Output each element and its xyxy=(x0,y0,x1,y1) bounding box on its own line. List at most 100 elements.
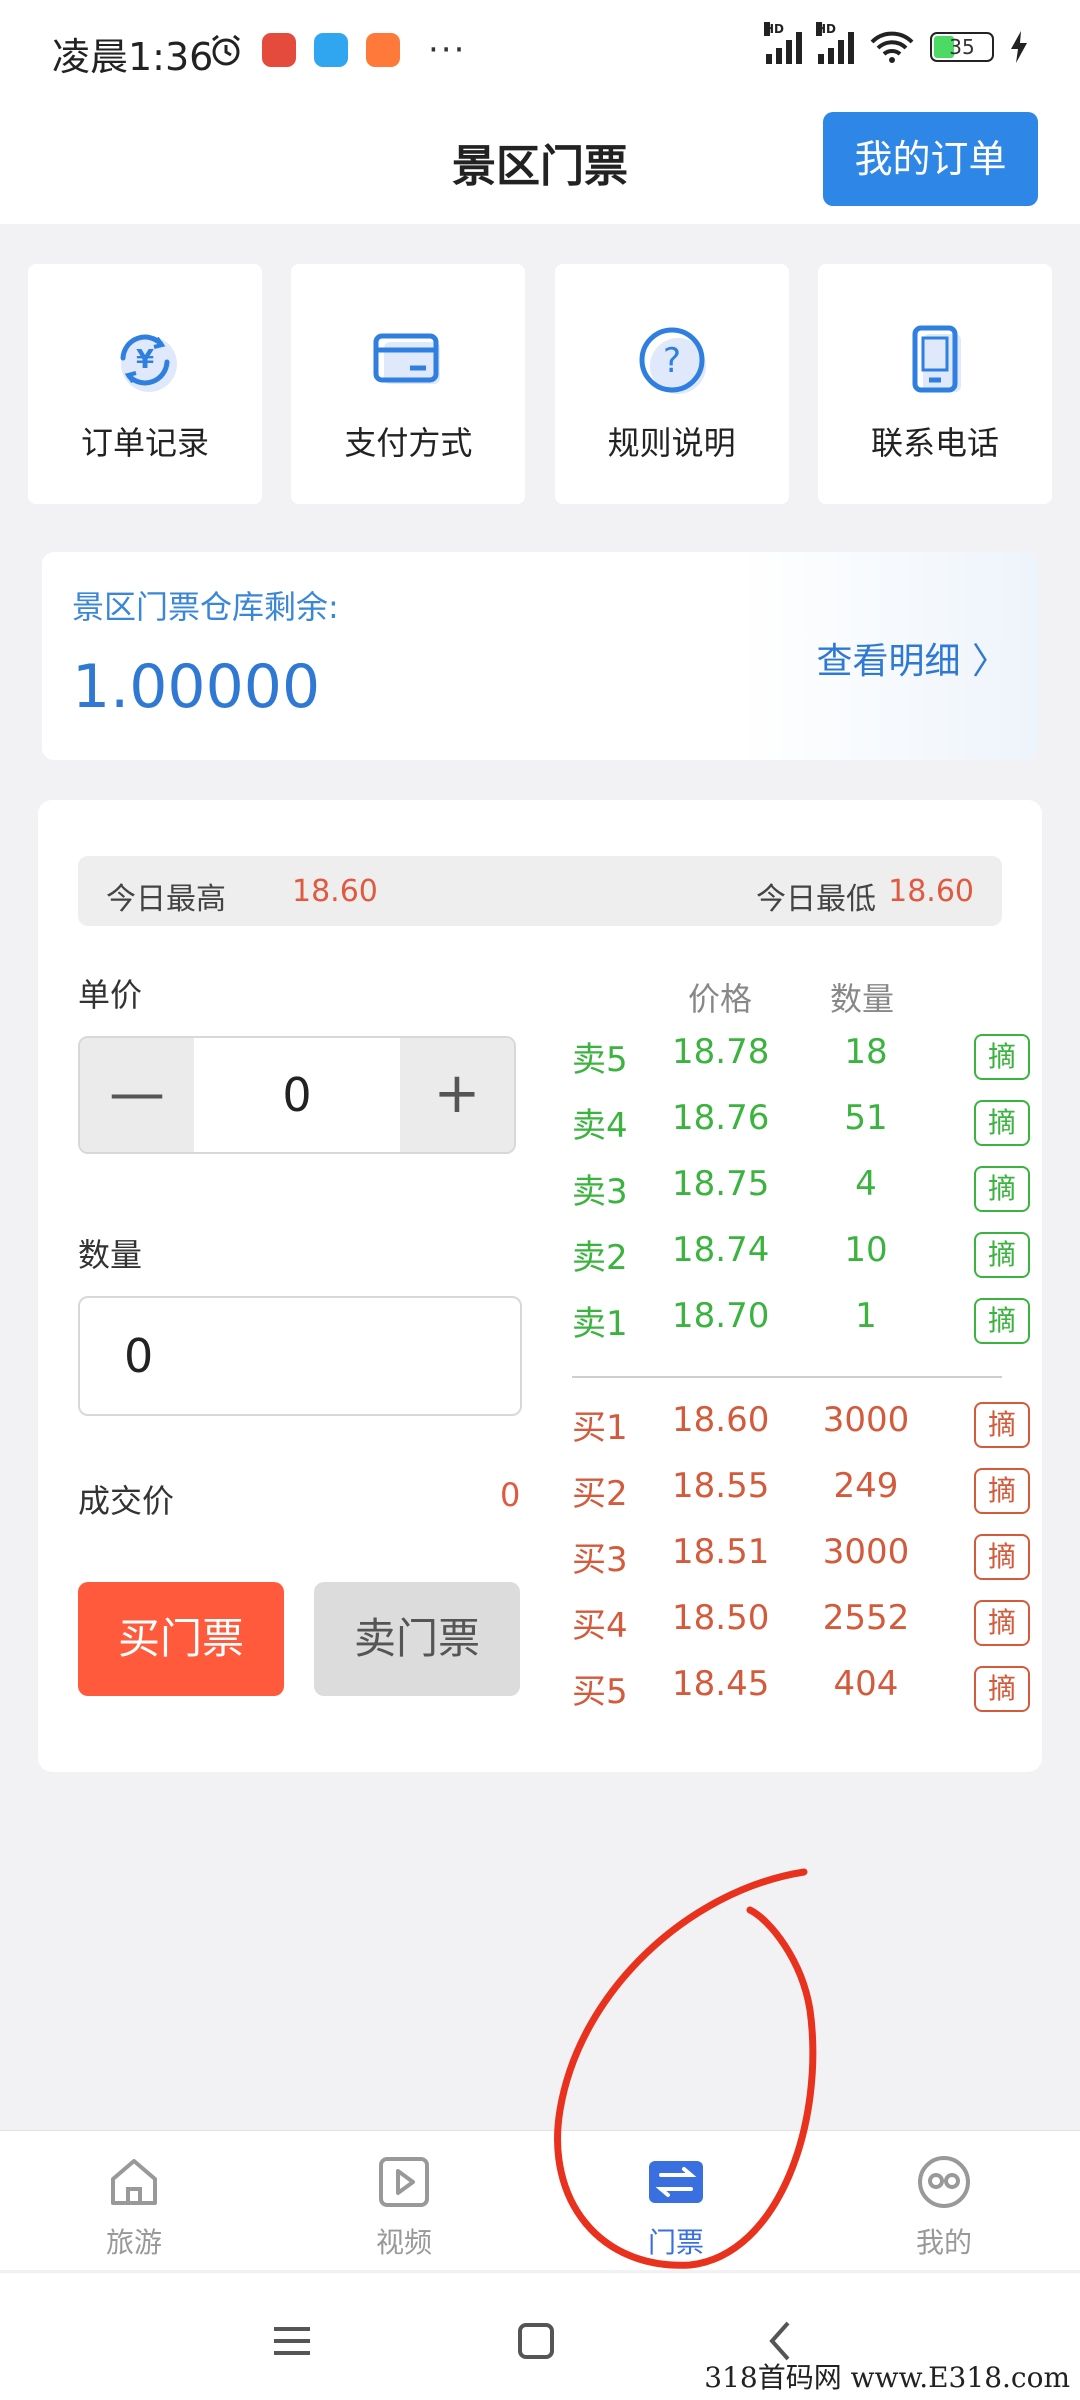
ask-quantity: 51 xyxy=(844,1098,888,1138)
app-notification-icon xyxy=(366,33,400,67)
take-order-button[interactable]: 摘 xyxy=(974,1166,1030,1212)
ask-quantity: 10 xyxy=(844,1230,888,1270)
bid-row: 买2 18.55 249 摘 xyxy=(572,1460,1030,1520)
quick-action-label: 订单记录 xyxy=(80,424,209,462)
status-system: HD HD 35 xyxy=(764,22,1028,64)
ask-level: 卖2 xyxy=(572,1238,628,1278)
more-notifications-icon: ··· xyxy=(428,30,467,70)
daily-low-value: 18.60 xyxy=(888,874,974,909)
quantity-input[interactable]: 0 xyxy=(78,1296,522,1416)
ask-quantity: 4 xyxy=(855,1164,877,1204)
order-records-card[interactable]: ¥ 订单记录 xyxy=(28,264,262,504)
bid-quantity: 3000 xyxy=(822,1532,910,1572)
ask-level: 卖5 xyxy=(572,1040,628,1080)
take-order-button[interactable]: 摘 xyxy=(974,1402,1030,1448)
nav-video[interactable]: 视频 xyxy=(334,2141,474,2261)
svg-text:?: ? xyxy=(663,341,681,381)
bottom-nav: 旅游 视频 门票 我的 xyxy=(0,2130,1080,2270)
buy-ticket-button[interactable]: 买门票 xyxy=(78,1582,284,1696)
signal-icon: HD xyxy=(764,22,802,64)
nav-travel[interactable]: 旅游 xyxy=(64,2141,204,2261)
bid-level: 买2 xyxy=(572,1474,628,1514)
watermark: 318首码网 www.E318.com xyxy=(704,2361,1070,2394)
quick-action-label: 联系电话 xyxy=(870,424,999,462)
status-bar: 凌晨1:36 ··· HD HD 35 xyxy=(0,0,1080,100)
nav-profile[interactable]: 我的 xyxy=(874,2141,1014,2261)
inventory-value: 1.00000 xyxy=(72,652,321,722)
ask-price: 18.70 xyxy=(672,1296,770,1336)
exchange-icon xyxy=(649,2161,703,2203)
alarm-icon xyxy=(212,34,240,66)
bid-price: 18.50 xyxy=(672,1598,770,1638)
inventory-label: 景区门票仓库剩余: xyxy=(72,588,339,626)
battery-level: 35 xyxy=(949,35,975,59)
daily-low-label: 今日最低 xyxy=(756,882,876,917)
ask-price: 18.74 xyxy=(672,1230,770,1270)
ask-level: 卖3 xyxy=(572,1172,628,1212)
sell-ticket-button[interactable]: 卖门票 xyxy=(314,1582,520,1696)
unit-price-stepper: — 0 + xyxy=(78,1036,516,1154)
bid-price: 18.60 xyxy=(672,1400,770,1440)
daily-high-value: 18.60 xyxy=(292,874,378,909)
home-button-icon[interactable] xyxy=(506,2311,566,2371)
take-order-button[interactable]: 摘 xyxy=(974,1534,1030,1580)
my-orders-button[interactable]: 我的订单 xyxy=(823,112,1038,206)
ask-row: 卖4 18.76 51 摘 xyxy=(572,1092,1030,1152)
bid-row: 买4 18.50 2552 摘 xyxy=(572,1592,1030,1652)
bid-level: 买4 xyxy=(572,1606,628,1646)
svg-text:¥: ¥ xyxy=(136,345,154,375)
bid-level: 买1 xyxy=(572,1408,628,1448)
menu-icon[interactable] xyxy=(262,2311,322,2371)
take-order-button[interactable]: 摘 xyxy=(974,1468,1030,1514)
nav-tickets[interactable]: 门票 xyxy=(606,2141,746,2261)
app-notification-icon xyxy=(314,33,348,67)
take-order-button[interactable]: 摘 xyxy=(974,1600,1030,1646)
decrement-button[interactable]: — xyxy=(80,1038,194,1152)
take-order-button[interactable]: 摘 xyxy=(974,1232,1030,1278)
profile-icon xyxy=(918,2156,970,2208)
bid-level: 买3 xyxy=(572,1540,628,1580)
quick-actions: ¥ 订单记录 支付方式 ? 规则说明 联系电话 xyxy=(28,264,1052,504)
ask-level: 卖4 xyxy=(572,1106,628,1146)
rules-card[interactable]: ? 规则说明 xyxy=(554,264,789,504)
ask-price: 18.76 xyxy=(672,1098,770,1138)
view-details-link[interactable]: 查看明细 〉 xyxy=(817,632,1008,684)
bid-row: 买3 18.51 3000 摘 xyxy=(572,1526,1030,1586)
quick-action-label: 支付方式 xyxy=(344,424,473,462)
nav-label: 我的 xyxy=(915,2226,972,2259)
bid-price: 18.51 xyxy=(672,1532,770,1572)
nav-label: 视频 xyxy=(375,2226,432,2259)
bid-row: 买5 18.45 404 摘 xyxy=(572,1658,1030,1718)
bid-quantity: 404 xyxy=(833,1664,899,1704)
unit-price-input[interactable]: 0 xyxy=(194,1038,400,1152)
charging-icon xyxy=(1011,31,1027,63)
bid-level: 买5 xyxy=(572,1672,628,1712)
wifi-icon xyxy=(870,31,914,63)
contact-phone-card[interactable]: 联系电话 xyxy=(817,264,1052,504)
take-order-button[interactable]: 摘 xyxy=(974,1034,1030,1080)
signal-icon: HD xyxy=(816,22,854,64)
deal-price-value: 0 xyxy=(500,1476,521,1514)
quick-action-label: 规则说明 xyxy=(607,424,736,462)
nav-label: 旅游 xyxy=(105,2226,162,2259)
bid-row: 买1 18.60 3000 摘 xyxy=(572,1394,1030,1454)
ask-row: 卖2 18.74 10 摘 xyxy=(572,1224,1030,1284)
bid-price: 18.45 xyxy=(672,1664,770,1704)
ask-row: 卖3 18.75 4 摘 xyxy=(572,1158,1030,1218)
ask-quantity: 18 xyxy=(844,1032,888,1072)
play-icon xyxy=(379,2157,429,2207)
yen-refresh-icon: ¥ xyxy=(120,334,177,392)
card-icon xyxy=(373,333,441,384)
header: 景区门票 我的订单 xyxy=(0,100,1080,224)
question-icon: ? xyxy=(639,327,706,394)
payment-methods-card[interactable]: 支付方式 xyxy=(291,264,526,504)
bid-price: 18.55 xyxy=(672,1466,770,1506)
take-order-button[interactable]: 摘 xyxy=(974,1100,1030,1146)
ask-level: 卖1 xyxy=(572,1304,628,1344)
daily-high-label: 今日最高 xyxy=(106,882,226,917)
take-order-button[interactable]: 摘 xyxy=(974,1666,1030,1712)
increment-button[interactable]: + xyxy=(400,1038,514,1152)
phone-icon xyxy=(912,325,961,393)
take-order-button[interactable]: 摘 xyxy=(974,1298,1030,1344)
trading-panel: 今日最高 18.60 今日最低 18.60 单价 — 0 + 数量 0 成交价 … xyxy=(38,800,1042,1772)
